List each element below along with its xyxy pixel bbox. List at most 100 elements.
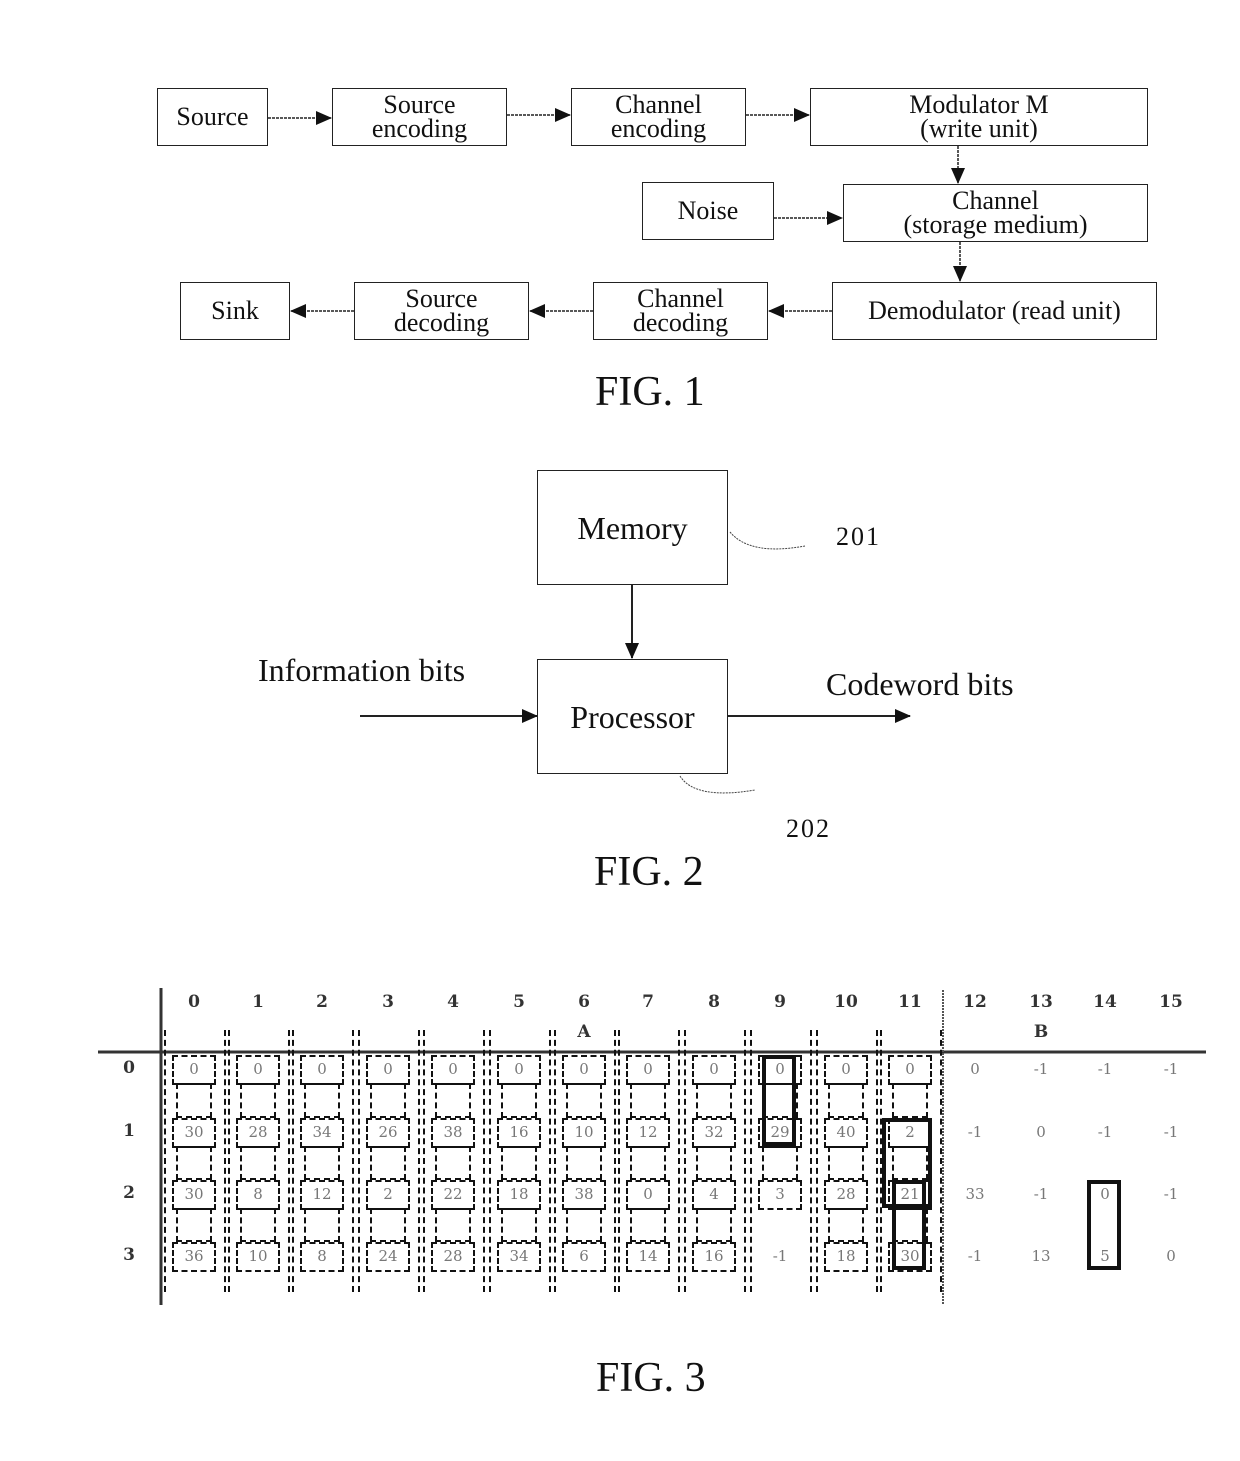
cell-link	[892, 1083, 928, 1118]
cell-link	[566, 1146, 602, 1180]
matrix-cell: 2	[383, 1185, 393, 1203]
matrix-cell: 34	[312, 1123, 332, 1141]
matrix-cell: 28	[836, 1185, 856, 1203]
cell-link	[630, 1208, 666, 1242]
matrix-cell: -1	[967, 1123, 983, 1141]
matrix-cell: 22	[443, 1185, 463, 1203]
cell-link	[240, 1083, 276, 1118]
matrix-cell: 26	[378, 1123, 398, 1141]
cell-link	[304, 1146, 340, 1180]
cell-link	[435, 1146, 471, 1180]
matrix-cell: 40	[836, 1123, 856, 1141]
cell-link	[176, 1208, 212, 1242]
column-header: 3	[382, 992, 394, 1012]
column-header: 12	[963, 992, 987, 1012]
matrix-cell: 18	[509, 1185, 529, 1203]
region-label-b: B	[1033, 1022, 1049, 1042]
cell-link	[828, 1083, 864, 1118]
highlight-group-box	[762, 1055, 796, 1146]
cell-link	[370, 1146, 406, 1180]
cell-link	[304, 1083, 340, 1118]
matrix-cell: 8	[317, 1247, 327, 1265]
matrix-cell: -1	[772, 1247, 788, 1265]
matrix-cell: 28	[248, 1123, 268, 1141]
matrix-cell: 3	[775, 1185, 785, 1203]
column-header: 0	[188, 992, 200, 1012]
matrix-cell: 18	[836, 1247, 856, 1265]
matrix-cell: 0	[579, 1060, 589, 1078]
column-header: 9	[774, 992, 786, 1012]
matrix-cell: 32	[704, 1123, 724, 1141]
row-header: 3	[123, 1245, 135, 1265]
fig3-caption: FIG. 3	[596, 1355, 706, 1401]
matrix-cell: -1	[1163, 1060, 1179, 1078]
cell-link	[696, 1083, 732, 1118]
matrix-cell: 30	[184, 1185, 204, 1203]
column-header: 2	[316, 992, 328, 1012]
matrix-cell: 30	[184, 1123, 204, 1141]
cell-link	[304, 1208, 340, 1242]
highlight-group-box	[892, 1180, 926, 1270]
matrix-cell: -1	[1163, 1185, 1179, 1203]
cell-link	[828, 1146, 864, 1180]
matrix-cell: 38	[574, 1185, 594, 1203]
cell-link	[501, 1083, 537, 1118]
column-header: 1	[252, 992, 264, 1012]
cell-link	[176, 1146, 212, 1180]
matrix-cell: 0	[1036, 1123, 1046, 1141]
matrix-cell: 0	[253, 1060, 263, 1078]
matrix-cell: -1	[1033, 1060, 1049, 1078]
cell-link	[696, 1208, 732, 1242]
column-header: 13	[1029, 992, 1053, 1012]
column-header: 11	[898, 992, 922, 1012]
column-header: 8	[708, 992, 720, 1012]
cell-link	[696, 1146, 732, 1180]
matrix-cell: 0	[317, 1060, 327, 1078]
matrix-cell: 24	[378, 1247, 398, 1265]
cell-link	[240, 1146, 276, 1180]
cell-link	[240, 1208, 276, 1242]
matrix-cell: 36	[184, 1247, 204, 1265]
column-header: 4	[447, 992, 459, 1012]
matrix-cell: -1	[1163, 1123, 1179, 1141]
matrix-cell: 12	[638, 1123, 658, 1141]
matrix-cell: 6	[579, 1247, 589, 1265]
matrix-cell: 34	[509, 1247, 529, 1265]
cell-link	[435, 1083, 471, 1118]
matrix-cell: 10	[574, 1123, 594, 1141]
matrix-cell: 4	[709, 1185, 719, 1203]
matrix-cell: 0	[841, 1060, 851, 1078]
matrix-cell: 13	[1031, 1247, 1051, 1265]
matrix-cell: 0	[1166, 1247, 1176, 1265]
cell-link	[370, 1208, 406, 1242]
row-header: 1	[123, 1121, 135, 1141]
fig3-base-matrix: 0 1 2 3 4 5 6 7 8 9 10 11 12 13 14 15 0 1 2 3 A B 0 0 0 0 0 0 0 0 0 0 0 0…	[0, 0, 1240, 1461]
matrix-cell: 12	[312, 1185, 332, 1203]
cell-link	[435, 1208, 471, 1242]
row-header: 0	[123, 1058, 135, 1078]
matrix-cell: 0	[643, 1185, 653, 1203]
matrix-cell: 28	[443, 1247, 463, 1265]
column-header: 6	[578, 992, 590, 1012]
column-header: 10	[834, 992, 858, 1012]
column-header: 5	[513, 992, 525, 1012]
cell-link	[566, 1208, 602, 1242]
matrix-cell: 16	[704, 1247, 724, 1265]
matrix-cell: 0	[448, 1060, 458, 1078]
cell-link	[501, 1146, 537, 1180]
column-header: 7	[642, 992, 654, 1012]
matrix-cell: -1	[967, 1247, 983, 1265]
matrix-cell: 0	[383, 1060, 393, 1078]
matrix-cell: 0	[514, 1060, 524, 1078]
matrix-cell: 14	[638, 1247, 658, 1265]
column-header: 15	[1159, 992, 1183, 1012]
matrix-cell: 0	[905, 1060, 915, 1078]
column-header: 14	[1093, 992, 1117, 1012]
matrix-cell: 33	[965, 1185, 985, 1203]
highlight-group-box	[1087, 1180, 1121, 1270]
cell-link	[370, 1083, 406, 1118]
cell-link	[501, 1208, 537, 1242]
cell-link	[762, 1146, 798, 1180]
matrix-cell: -1	[1097, 1060, 1113, 1078]
matrix-cell: 8	[253, 1185, 263, 1203]
